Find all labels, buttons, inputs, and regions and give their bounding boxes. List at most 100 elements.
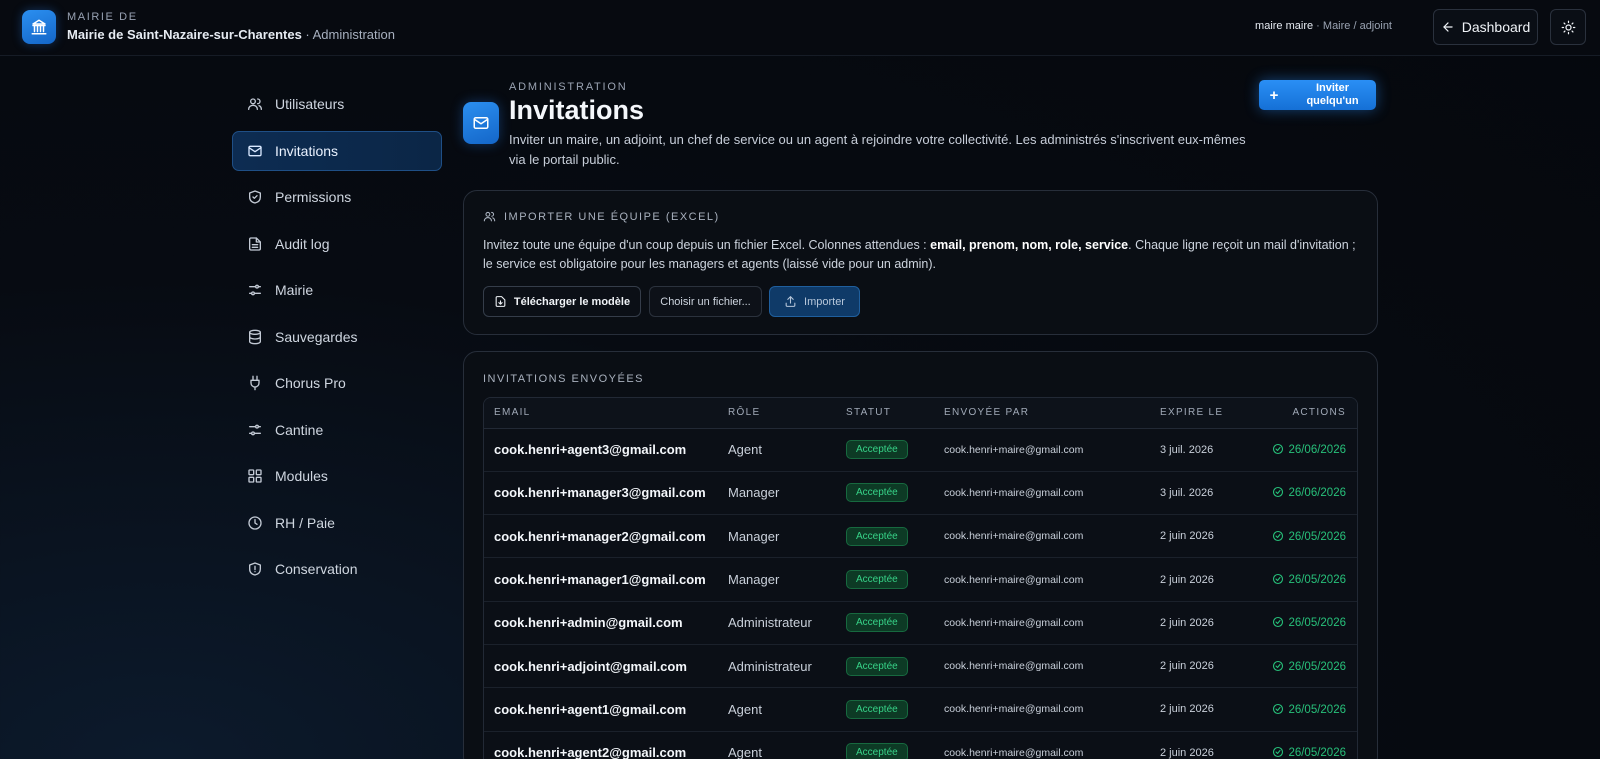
status-badge: Acceptée (846, 526, 908, 546)
sun-icon (1561, 20, 1575, 34)
check-circle-icon (1273, 444, 1284, 455)
upload-icon (785, 296, 796, 307)
sidebar-item-cantine[interactable]: Cantine (232, 410, 442, 450)
row-role: Manager (728, 557, 846, 602)
invitations-table-wrapper: EMAIL RÔLE STATUT ENVOYÉE PAR EXPIRE LE … (483, 397, 1358, 759)
grid-icon (248, 469, 262, 483)
choose-file-input[interactable]: Choisir un fichier... (649, 286, 762, 317)
import-label: Importer (804, 295, 845, 308)
dashboard-label: Dashboard (1461, 19, 1531, 35)
table-row: cook.henri+manager3@gmail.com Manager Acce… (484, 471, 1357, 516)
status-badge: Acceptée (846, 483, 908, 503)
theme-toggle-button[interactable] (1550, 9, 1586, 45)
row-role: Agent (728, 687, 846, 732)
sidebar-item-utilisateurs[interactable]: Utilisateurs (232, 84, 442, 124)
status-badge: Acceptée (846, 699, 908, 719)
row-status-cell: Acceptée (846, 557, 944, 602)
table-row: cook.henri+agent3@gmail.com Agent Acceptée… (484, 428, 1357, 472)
accepted-date: 26/06/2026 (1288, 487, 1346, 500)
check-circle-icon (1273, 747, 1284, 758)
mail-icon (463, 102, 499, 144)
sidebar-item-modules[interactable]: Modules (232, 456, 442, 496)
column-expires[interactable]: EXPIRE LE (1160, 398, 1257, 429)
invite-someone-button[interactable]: + Inviter quelqu'un (1259, 80, 1376, 110)
admin-sidebar: Utilisateurs Invitations Permissions Audit … (232, 84, 442, 596)
row-accepted-date: 26/05/2026 (1257, 601, 1357, 645)
row-status-cell: Acceptée (846, 687, 944, 732)
sidebar-item-mairie[interactable]: Mairie (232, 270, 442, 310)
row-status-cell: Acceptée (846, 471, 944, 516)
page-title: Invitations (509, 95, 645, 125)
table-row: cook.henri+agent1@gmail.com Agent Acceptée… (484, 687, 1357, 732)
row-status-cell: Acceptée (846, 644, 944, 689)
sidebar-item-label: Permissions (275, 189, 352, 205)
row-status-cell: Acceptée (846, 514, 944, 559)
row-email: cook.henri+adjoint@gmail.com (484, 644, 728, 689)
row-sent-by: cook.henri+maire@gmail.com (944, 557, 1160, 602)
sidebar-item-sauvegardes[interactable]: Sauvegardes (232, 317, 442, 357)
column-status[interactable]: STATUT (846, 398, 944, 429)
city-hall-logo-icon[interactable] (22, 10, 56, 44)
row-email: cook.henri+admin@gmail.com (484, 601, 728, 645)
status-badge: Acceptée (846, 570, 908, 590)
row-email: cook.henri+manager3@gmail.com (484, 471, 728, 516)
users-icon (248, 98, 262, 110)
row-sent-by: cook.henri+maire@gmail.com (944, 471, 1160, 516)
page-description: Inviter un maire, un adjoint, un chef de… (509, 132, 1246, 167)
row-expires: 2 juin 2026 (1160, 731, 1257, 759)
check-circle-icon (1273, 573, 1284, 585)
user-name: maire maire (1255, 20, 1314, 32)
row-email: cook.henri+agent1@gmail.com (484, 687, 728, 732)
row-expires: 2 juin 2026 (1160, 601, 1257, 645)
section-name: · Administration (301, 27, 395, 42)
sidebar-item-label: RH / Paie (275, 514, 335, 531)
row-email: cook.henri+agent2@gmail.com (484, 731, 728, 759)
page-kicker: ADMINISTRATION (509, 81, 628, 93)
mail-icon (248, 145, 262, 156)
column-email[interactable]: EMAIL (484, 398, 728, 429)
sidebar-item-invitations[interactable]: Invitations (232, 130, 442, 171)
check-circle-icon (1273, 530, 1284, 541)
status-badge: Acceptée (846, 440, 908, 460)
import-button[interactable]: Importer (769, 286, 860, 317)
row-email: cook.henri+manager1@gmail.com (484, 557, 728, 602)
sidebar-item-label: Sauvegardes (275, 328, 358, 345)
row-status-cell: Acceptée (846, 428, 944, 472)
row-role: Agent (728, 428, 846, 472)
dashboard-button[interactable]: Dashboard (1433, 9, 1538, 45)
row-expires: 2 juin 2026 (1160, 557, 1257, 602)
sliders-icon (249, 284, 261, 296)
download-template-button[interactable]: Télécharger le modèle (483, 286, 641, 317)
status-badge: Acceptée (846, 743, 908, 759)
file-text-icon (249, 236, 261, 251)
accepted-date: 26/05/2026 (1288, 574, 1346, 587)
download-template-label: Télécharger le modèle (513, 295, 631, 308)
sidebar-item-conservation[interactable]: Conservation (232, 549, 442, 589)
shield-check-icon (249, 190, 261, 204)
row-role: Administrateur (728, 601, 846, 645)
accepted-date: 26/06/2026 (1288, 444, 1346, 457)
row-role: Manager (728, 471, 846, 516)
row-sent-by: cook.henri+maire@gmail.com (944, 428, 1160, 472)
sent-invitations-heading: INVITATIONS ENVOYÉES (483, 373, 645, 385)
file-download-icon (495, 296, 506, 307)
top-bar: MAIRIE DE Mairie de Saint-Nazaire-sur-Ch… (0, 0, 1600, 56)
column-role[interactable]: RÔLE (728, 398, 846, 429)
sidebar-item-label: Mairie (275, 282, 314, 298)
table-row: cook.henri+agent2@gmail.com Agent Acceptée… (484, 731, 1357, 759)
row-accepted-date: 26/05/2026 (1257, 557, 1357, 602)
row-expires: 3 juil. 2026 (1160, 428, 1257, 472)
sidebar-item-chorus-pro[interactable]: Chorus Pro (232, 363, 442, 403)
sidebar-item-audit-log[interactable]: Audit log (232, 224, 442, 264)
sidebar-item-label: Conservation (275, 561, 358, 577)
accepted-date: 26/05/2026 (1288, 703, 1346, 716)
sidebar-item-rh-paie[interactable]: RH / Paie (232, 503, 442, 543)
sidebar-item-permissions[interactable]: Permissions (232, 177, 442, 217)
row-accepted-date: 26/06/2026 (1257, 471, 1357, 516)
table-row: cook.henri+manager1@gmail.com Manager Acce… (484, 557, 1357, 602)
row-sent-by: cook.henri+maire@gmail.com (944, 601, 1160, 645)
row-email: cook.henri+agent3@gmail.com (484, 428, 728, 472)
row-expires: 2 juin 2026 (1160, 514, 1257, 559)
column-sent-by[interactable]: ENVOYÉE PAR (944, 398, 1160, 429)
table-row: cook.henri+adjoint@gmail.com Administrate… (484, 644, 1357, 689)
